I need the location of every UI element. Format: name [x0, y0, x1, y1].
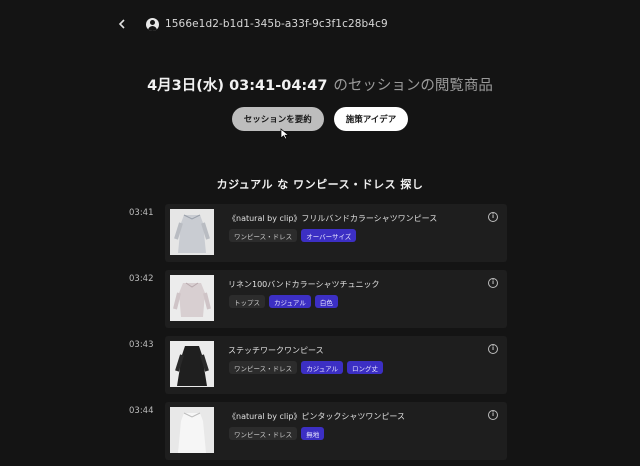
user-circle-icon [146, 17, 159, 31]
attribute-tag: カジュアル [269, 295, 311, 308]
product-image [170, 407, 214, 453]
attribute-tag: カジュアル [301, 361, 344, 374]
chevron-left-icon[interactable] [112, 14, 132, 34]
page-title: 4月3日(水) 03:41-04:47 のセッションの閲覧商品 [0, 74, 640, 95]
summarize-session-button[interactable]: セッションを要約 [231, 107, 324, 131]
page-title-suffix: のセッションの閲覧商品 [333, 78, 493, 94]
product-card[interactable]: ステッチワークワンピース ワンピース・ドレス カジュアル ロング丈 i [165, 336, 507, 394]
section-title: カジュアル な ワンピース・ドレス 探し [216, 178, 424, 191]
attribute-tag: ロング丈 [347, 361, 384, 374]
product-card[interactable]: 《natural by clip》ピンタックシャツワンピース ワンピース・ドレス… [165, 402, 507, 460]
info-icon[interactable]: i [488, 410, 498, 420]
category-tag: ワンピース・ドレス [229, 229, 298, 242]
product-card[interactable]: 《natural by clip》フリルバンドカラーシャツワンピース ワンピース… [165, 204, 507, 262]
product-name: リネン100バンドカラーシャツチュニック [228, 280, 380, 289]
product-card[interactable]: リネン100バンドカラーシャツチュニック トップス カジュアル 白色 i [165, 270, 507, 328]
category-tag: ワンピース・ドレス [229, 361, 298, 374]
info-icon[interactable]: i [488, 344, 498, 354]
tag-list: ワンピース・ドレス カジュアル ロング丈 [229, 361, 384, 374]
session-id: 1566e1d2-b1d1-345b-a33f-9c3f1c28b4c9 [165, 18, 388, 30]
session-datetime: 4月3日(水) 03:41-04:47 [147, 78, 328, 94]
product-name: 《natural by clip》フリルバンドカラーシャツワンピース [228, 214, 438, 223]
action-buttons: セッションを要約 施策アイデア [0, 107, 640, 131]
list-item: 03:44 《natural by clip》ピンタックシャツワンピース ワンピ… [0, 400, 640, 466]
item-time: 03:43 [129, 340, 154, 350]
product-image [170, 209, 214, 255]
tag-list: トップス カジュアル 白色 [229, 295, 338, 308]
item-time: 03:41 [129, 208, 154, 218]
attribute-tag: オーバーサイズ [301, 229, 357, 242]
info-icon[interactable]: i [488, 278, 498, 288]
list-item: 03:41 《natural by clip》フリルバンドカラーシャツワンピース… [0, 202, 640, 268]
attribute-tag: 白色 [314, 295, 338, 308]
top-bar: 1566e1d2-b1d1-345b-a33f-9c3f1c28b4c9 [112, 14, 388, 34]
tag-list: ワンピース・ドレス オーバーサイズ [229, 229, 357, 242]
item-time: 03:42 [129, 274, 154, 284]
category-tag: ワンピース・ドレス [229, 427, 298, 440]
list-item: 03:42 リネン100バンドカラーシャツチュニック トップス カジュアル 白色… [0, 268, 640, 334]
list-item: 03:43 ステッチワークワンピース ワンピース・ドレス カジュアル ロング丈 … [0, 334, 640, 400]
item-time: 03:44 [129, 406, 154, 416]
category-tag: トップス [229, 295, 265, 308]
product-image [170, 341, 214, 387]
product-name: ステッチワークワンピース [228, 346, 324, 355]
info-icon[interactable]: i [488, 212, 498, 222]
item-list: 03:41 《natural by clip》フリルバンドカラーシャツワンピース… [0, 202, 640, 466]
product-image [170, 275, 214, 321]
mouse-cursor-icon [280, 128, 290, 140]
ideas-button[interactable]: 施策アイデア [333, 107, 409, 131]
product-name: 《natural by clip》ピンタックシャツワンピース [228, 412, 406, 421]
attribute-tag: 無地 [301, 427, 325, 440]
tag-list: ワンピース・ドレス 無地 [229, 427, 325, 440]
